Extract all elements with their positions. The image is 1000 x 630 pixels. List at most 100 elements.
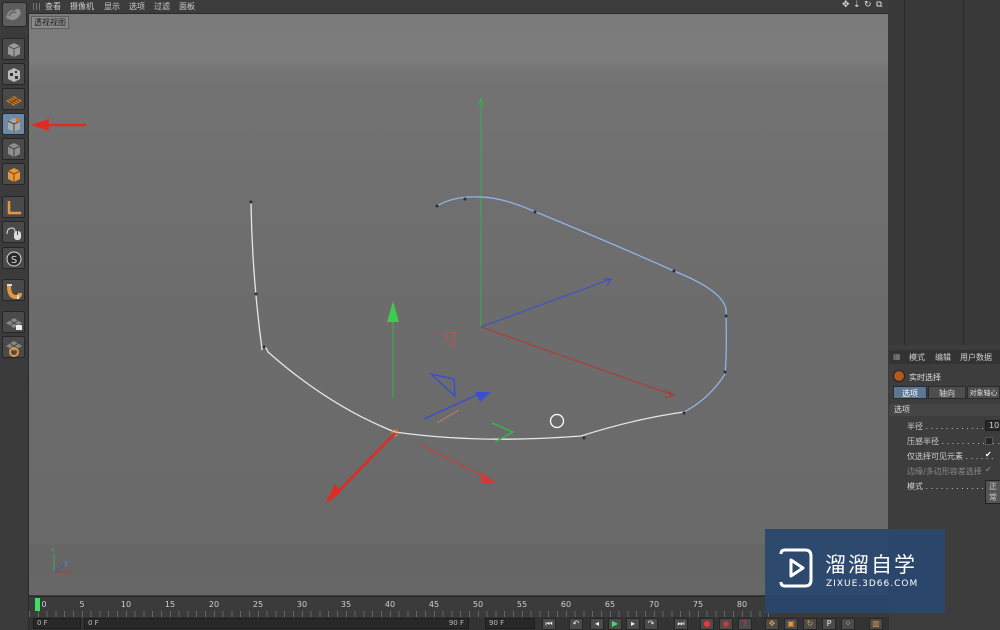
radius-field[interactable]: 10 <box>985 420 1000 431</box>
tick-label: 50 <box>472 600 484 609</box>
panel-divider <box>963 0 964 345</box>
tick-label: 0 <box>41 600 47 609</box>
gizmo-xz-plane[interactable] <box>428 372 456 398</box>
tick-label: 20 <box>208 600 220 609</box>
rotate-view-icon[interactable]: ↻ <box>864 0 872 10</box>
tick-label: 45 <box>428 600 440 609</box>
keyframe-help-icon[interactable]: ? <box>738 618 752 630</box>
dolly-view-icon[interactable]: ⇣ <box>853 0 861 10</box>
annotation-arrow-head <box>31 119 49 131</box>
mode-dropdown[interactable]: 正常 <box>985 480 1000 504</box>
gizmo-x-secondary-tip <box>481 472 497 484</box>
panel-divider <box>904 0 905 345</box>
magnet-icon[interactable] <box>2 279 25 301</box>
section-options: 选项 <box>889 404 1000 416</box>
rotate-key-icon[interactable]: ↻ <box>803 618 817 630</box>
param-key-icon[interactable]: P <box>822 618 836 630</box>
goto-end-icon[interactable]: ⏭ <box>674 618 688 630</box>
menu-display[interactable]: 显示 <box>104 1 120 12</box>
gizmo-xy-plane[interactable] <box>442 331 456 348</box>
tick-label: 40 <box>384 600 396 609</box>
move-key-icon[interactable]: ✥ <box>765 618 779 630</box>
live-selection-cursor <box>549 413 565 429</box>
watermark-url: ZIXUE.3D66.COM <box>826 579 919 589</box>
subtab-axis[interactable]: 轴向 <box>928 386 966 399</box>
app-logo-icon[interactable] <box>2 2 27 27</box>
tick-label: 70 <box>648 600 660 609</box>
next-key-icon[interactable]: ↷ <box>644 618 658 630</box>
menu-view[interactable]: 查看 <box>45 1 61 12</box>
next-frame-icon[interactable]: ▸ <box>626 618 640 630</box>
mini-z-axis <box>53 565 64 573</box>
transport-bar: 0 F 0 F 90 F 90 F ⏮ ↶ ◂ ▶ ▸ ↷ ⏭ ● ◉ ? ✥ ▣… <box>29 617 889 630</box>
svg-text:S: S <box>11 255 17 266</box>
snap-s-icon[interactable]: S <box>2 247 25 269</box>
mouse-tweak-icon[interactable] <box>2 221 25 243</box>
end-frame-field[interactable]: 90 F <box>485 618 535 629</box>
cube-icon[interactable] <box>2 38 25 60</box>
auto-key-icon[interactable]: ◉ <box>719 618 733 630</box>
watermark-title: 溜溜自学 <box>825 553 917 577</box>
menu-panel[interactable]: 面板 <box>179 1 195 12</box>
prev-key-icon[interactable]: ↶ <box>569 618 583 630</box>
tick-label: 35 <box>340 600 352 609</box>
pressure-checkbox[interactable] <box>985 437 993 445</box>
tolerance-checkbox[interactable]: ✔ <box>985 465 992 474</box>
watermark: 溜溜自学 ZIXUE.3D66.COM <box>765 529 945 613</box>
tick-label: 30 <box>296 600 308 609</box>
subtab-options[interactable]: 选项 <box>893 386 927 399</box>
workplane-lock-icon[interactable] <box>2 311 25 333</box>
maximize-view-icon[interactable]: ⧉ <box>876 0 882 10</box>
checker-cube-icon[interactable] <box>2 63 25 85</box>
gizmo-y-tip <box>387 301 399 322</box>
menu-filter[interactable]: 过滤 <box>154 1 170 12</box>
drag-grip-icon[interactable] <box>33 3 41 10</box>
tick-label: 25 <box>252 600 264 609</box>
play-icon[interactable]: ▶ <box>608 618 622 630</box>
left-toolbar: S <box>0 0 29 630</box>
scene-canvas[interactable]: Y X Z <box>29 14 888 595</box>
timeline[interactable]: 0 5 10 15 20 25 30 35 40 45 50 55 60 65 … <box>29 596 769 617</box>
polygon-mode-icon[interactable] <box>2 163 25 185</box>
current-frame-field[interactable]: 0 F <box>33 618 81 629</box>
tab-grip-icon[interactable]: ▦ <box>893 352 901 361</box>
tick-label: 10 <box>120 600 132 609</box>
move-view-icon[interactable]: ✥ <box>842 0 850 10</box>
gizmo-x-handle[interactable] <box>330 432 396 500</box>
gizmo-z-handle[interactable] <box>423 393 480 420</box>
menu-options[interactable]: 选项 <box>129 1 145 12</box>
subtab-pivot[interactable]: 对象轴心 <box>967 386 1000 399</box>
axis-icon[interactable] <box>2 196 25 218</box>
pla-key-icon[interactable]: ⁘ <box>841 618 855 630</box>
menu-camera[interactable]: 摄像机 <box>70 1 94 12</box>
preview-range-slider[interactable]: 0 F 90 F <box>84 618 469 629</box>
world-x-axis <box>480 326 674 396</box>
gizmo-x-secondary[interactable] <box>421 444 490 480</box>
playhead[interactable] <box>35 598 40 611</box>
tick-label: 55 <box>516 600 528 609</box>
goto-start-icon[interactable]: ⏮ <box>542 618 556 630</box>
prev-frame-icon[interactable]: ◂ <box>590 618 604 630</box>
workplane-icon[interactable] <box>2 336 25 358</box>
viewport-menubar: 查看 摄像机 显示 选项 过滤 面板 ✥ ⇣ ↻ ⧉ <box>28 0 888 14</box>
model-mode-icon[interactable] <box>2 113 25 135</box>
point-mode-icon[interactable] <box>2 138 25 160</box>
object-manager[interactable] <box>889 0 1000 345</box>
visible-only-checkbox[interactable]: ✔ <box>985 450 992 459</box>
spline-points <box>249 197 728 440</box>
texture-grid-icon[interactable] <box>2 88 25 110</box>
scale-key-icon[interactable]: ▣ <box>784 618 798 630</box>
tab-mode[interactable]: 模式 <box>909 352 925 363</box>
world-z-axis <box>480 278 612 328</box>
tick-label: 5 <box>79 600 85 609</box>
tab-edit[interactable]: 编辑 <box>935 352 951 363</box>
spline-selected[interactable] <box>436 196 727 413</box>
live-selection-icon <box>893 370 905 382</box>
tab-user-data[interactable]: 用户数据 <box>960 352 992 363</box>
perspective-viewport[interactable]: 透视视图 Y X Z <box>29 14 888 595</box>
spline-white[interactable] <box>250 201 685 440</box>
row-mode-label: 模式 . . . . . . . . . . . . . . <box>907 482 995 491</box>
svg-text:Z: Z <box>64 561 68 568</box>
record-icon[interactable]: ● <box>700 618 714 630</box>
film-icon[interactable]: ▥ <box>869 618 883 630</box>
